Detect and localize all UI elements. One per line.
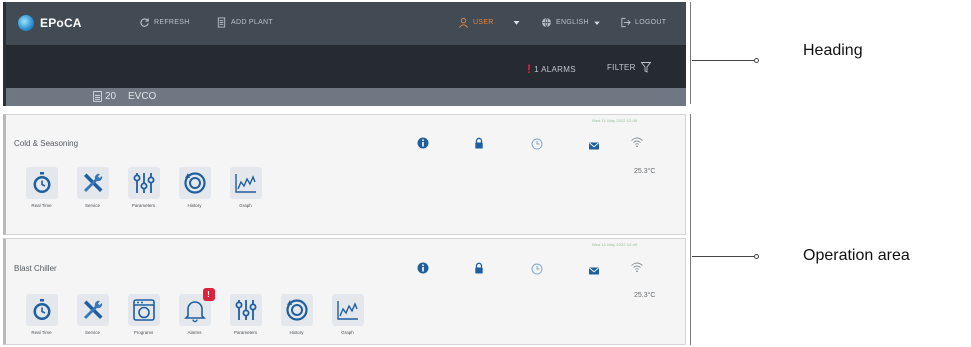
service-button[interactable]: Service: [71, 167, 114, 208]
user-name: USER: [473, 19, 494, 26]
user-menu[interactable]: USER: [458, 17, 521, 28]
graph-button[interactable]: Graph: [224, 167, 267, 208]
globe-icon: [542, 17, 551, 28]
device-card: Cold & Seasoning Wed 11 May 2022 12:49 2…: [3, 114, 686, 235]
tool-label: History: [187, 203, 202, 208]
alarms-button[interactable]: ! Alarms: [173, 288, 216, 335]
chevron-down-icon: [513, 21, 520, 25]
service-button[interactable]: Service: [71, 294, 114, 335]
filter-label: FILTER: [607, 63, 636, 72]
tool-label: History: [289, 330, 304, 335]
parameters-button[interactable]: Parameters: [224, 294, 267, 335]
language-selector[interactable]: ENGLISH: [541, 17, 601, 28]
real-time-button[interactable]: Real Time: [20, 167, 63, 208]
clock-icon[interactable]: [531, 263, 543, 275]
logout-label: LOGOUT: [635, 19, 667, 26]
tool-label: Service: [84, 330, 100, 335]
tool-label: Real Time: [31, 330, 52, 335]
app-logo[interactable]: EPoCA: [18, 15, 82, 31]
callout-line-heading: [692, 60, 754, 61]
language-label: ENGLISH: [556, 19, 589, 26]
wifi-icon: [631, 262, 643, 273]
alarms-label: 1 ALARMS: [534, 64, 576, 74]
last-update-timestamp: Wed 11 May 2022 12:49: [592, 242, 638, 247]
wrench-screwdriver-icon: [83, 300, 102, 319]
plant-icon: [217, 17, 226, 28]
temperature-reading: 25.3°C: [634, 168, 656, 175]
bracket-line-operation: [690, 114, 691, 345]
programs-button[interactable]: Programs: [122, 294, 165, 335]
device-name: Blast Chiller: [14, 264, 57, 273]
bell-icon: [183, 301, 206, 323]
refresh-label: REFRESH: [154, 19, 190, 26]
mail-icon[interactable]: [588, 140, 600, 152]
funnel-icon: [640, 62, 651, 73]
sliders-icon: [133, 173, 154, 193]
tool-label: Alarms: [187, 330, 202, 335]
device-group-bar[interactable]: 20 EVCO: [3, 88, 686, 106]
tool-label: Graph: [341, 330, 354, 335]
tool-label: Graph: [239, 203, 252, 208]
device-card: Blast Chiller Wed 11 May 2022 12:49 25.3…: [3, 238, 686, 345]
lock-icon[interactable]: [473, 262, 485, 274]
top-navigation-bar: EPoCA REFRESH ADD PLANT USER ENGLISH LOG…: [3, 2, 686, 45]
stopwatch-icon: [33, 172, 50, 193]
device-count: 20: [105, 91, 117, 102]
tool-label: Real Time: [31, 203, 52, 208]
user-icon: [459, 17, 468, 28]
callout-line-operation: [692, 256, 754, 257]
bracket-line-heading: [690, 2, 691, 104]
refresh-icon: [140, 18, 149, 27]
graph-icon: [234, 174, 256, 193]
graph-button[interactable]: Graph: [326, 294, 369, 335]
device-tools: Real Time Service Programs ! Alarms Para…: [20, 288, 369, 335]
logout-icon: [621, 17, 631, 28]
callout-operation-area: Operation area: [803, 247, 910, 264]
chevron-down-icon: [594, 21, 600, 25]
history-button[interactable]: History: [173, 167, 216, 208]
add-plant-label: ADD PLANT: [231, 19, 273, 26]
device-group-name: EVCO: [128, 91, 157, 102]
refresh-button[interactable]: REFRESH: [139, 17, 190, 28]
info-icon[interactable]: [417, 137, 429, 149]
tool-label: Programs: [133, 330, 154, 335]
tool-label: Service: [84, 203, 100, 208]
sliders-icon: [235, 300, 256, 320]
tool-label: Parameters: [233, 330, 258, 335]
alarm-exclamation-icon: !: [527, 62, 532, 76]
real-time-button[interactable]: Real Time: [20, 294, 63, 335]
app-screenshot: EPoCA REFRESH ADD PLANT USER ENGLISH LOG…: [3, 2, 686, 345]
last-update-timestamp: Wed 11 May 2022 12:49: [592, 118, 638, 123]
add-plant-button[interactable]: ADD PLANT: [216, 17, 273, 28]
history-icon: [183, 172, 206, 194]
temperature-reading: 25.3°C: [634, 292, 656, 299]
history-icon: [285, 299, 308, 321]
alarms-indicator[interactable]: ! 1 ALARMS: [527, 62, 576, 76]
graph-icon: [336, 301, 358, 320]
callout-dot-heading: [754, 58, 759, 63]
status-bar: ! 1 ALARMS FILTER: [3, 45, 686, 88]
clock-icon[interactable]: [531, 138, 543, 150]
app-name: EPoCA: [40, 16, 82, 30]
wrench-screwdriver-icon: [83, 173, 102, 192]
logout-button[interactable]: LOGOUT: [620, 17, 666, 28]
oven-icon: [132, 299, 155, 321]
callout-heading: Heading: [803, 42, 863, 59]
epoca-logo-icon: [18, 15, 34, 31]
filter-button[interactable]: FILTER: [607, 62, 651, 73]
mail-icon[interactable]: [588, 265, 600, 277]
wifi-icon: [631, 137, 643, 148]
callout-dot-operation: [754, 254, 759, 259]
device-list-icon: [93, 91, 102, 102]
stopwatch-icon: [33, 299, 50, 320]
device-name: Cold & Seasoning: [14, 139, 79, 148]
lock-icon[interactable]: [473, 137, 485, 149]
info-icon[interactable]: [417, 262, 429, 274]
parameters-button[interactable]: Parameters: [122, 167, 165, 208]
alarm-badge: !: [202, 288, 215, 301]
tool-label: Parameters: [131, 203, 156, 208]
history-button[interactable]: History: [275, 294, 318, 335]
device-tools: Real Time Service Parameters History Gra…: [20, 167, 267, 208]
